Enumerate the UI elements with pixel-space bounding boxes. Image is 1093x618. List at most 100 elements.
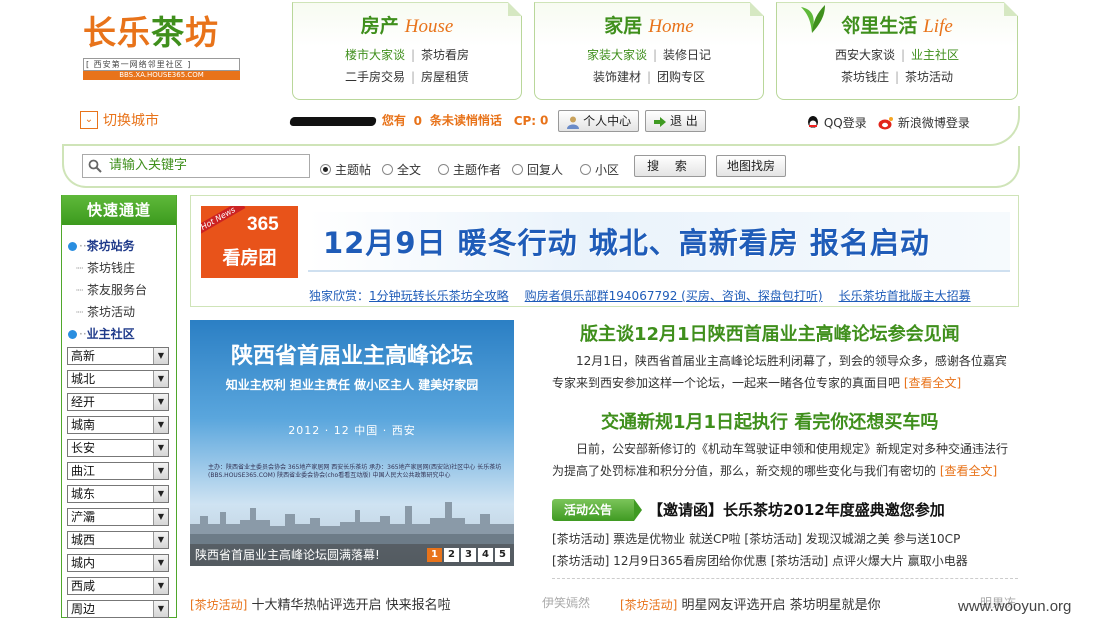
slide-dot-2[interactable]: 2	[444, 548, 459, 562]
link-owner-community[interactable]: 业主社区	[911, 48, 959, 62]
dropdown-arrow-icon: ▼	[153, 601, 168, 617]
redacted-username	[289, 116, 377, 126]
qq-login-link[interactable]: QQ登录	[806, 114, 867, 131]
radio-fulltext[interactable]: 全文	[382, 161, 421, 178]
district-select[interactable]: 城西 ▼	[67, 531, 169, 549]
slide-dot-1[interactable]: 1	[427, 548, 442, 562]
dropdown-arrow-icon: ▼	[153, 394, 168, 410]
slide-dot-4[interactable]: 4	[478, 548, 493, 562]
panel-home-title: 家居 Home	[604, 15, 694, 37]
radio-author[interactable]: 主题作者	[438, 161, 501, 178]
news-summary-2: 日前，公安部新修订的《机动车驾驶证申领和使用规定》新规定对多种交通违法行为提高了…	[552, 442, 1009, 478]
user-center-button[interactable]: 个人中心	[558, 110, 640, 132]
link-market-talk[interactable]: 楼市大家谈	[345, 48, 405, 62]
bullet-icon	[68, 330, 77, 339]
chevron-down-icon: ⌄	[80, 111, 98, 129]
dropdown-arrow-icon: ▼	[153, 578, 168, 594]
district-select[interactable]: 长安 ▼	[67, 439, 169, 457]
dropdown-arrow-icon: ▼	[153, 417, 168, 433]
logout-button[interactable]: 退 出	[644, 110, 706, 132]
link-moderator-recruit[interactable]: 长乐茶坊首批版主大招募	[839, 289, 971, 303]
link-reno-diary[interactable]: 装修日记	[663, 48, 711, 62]
banner-links: 独家欣赏：1分钟玩转长乐茶坊全攻略 购房者俱乐部群194067792 (买房、咨询…	[309, 289, 971, 303]
panel-house: 房产 House 楼市大家谈 | 茶坊看房 二手房交易 | 房屋租赁	[292, 2, 522, 100]
link-group-buy[interactable]: 团购专区	[657, 70, 705, 84]
district-select[interactable]: 浐灞 ▼	[67, 508, 169, 526]
news-summary-1: 12月1日，陕西省首届业主高峰论坛胜利闭幕了，到会的领导众多，感谢各位嘉宾专家来…	[552, 354, 1007, 390]
news-headline-2[interactable]: 交通新规1月1日起执行 看完你还想买车吗	[601, 408, 938, 434]
bottom-author-mid[interactable]: 伊笑嫣然	[542, 594, 590, 611]
dropdown-arrow-icon: ▼	[153, 463, 168, 479]
district-select[interactable]: 周边 ▼	[67, 600, 169, 618]
sidebar-link-service[interactable]: ┈ 茶友服务台	[76, 281, 147, 298]
radio-community[interactable]: 小区	[580, 161, 619, 178]
map-search-button[interactable]: 地图找房	[716, 155, 786, 177]
feature-slogan: 知业主权利 担业主责任 做小区主人 建美好家园	[225, 378, 479, 392]
link-second-hand[interactable]: 二手房交易	[345, 70, 405, 84]
dropdown-arrow-icon: ▼	[153, 440, 168, 456]
district-select[interactable]: 曲江 ▼	[67, 462, 169, 480]
sidebar-link-activity[interactable]: ┈ 茶坊活动	[76, 303, 135, 320]
district-select[interactable]: 西咸 ▼	[67, 577, 169, 595]
dropdown-arrow-icon: ▼	[153, 509, 168, 525]
link-bank[interactable]: 茶坊钱庄	[841, 70, 889, 84]
district-select[interactable]: 城南 ▼	[67, 416, 169, 434]
radio-replier[interactable]: 回复人	[512, 161, 563, 178]
link-guide[interactable]: 1分钟玩转长乐茶坊全攻略	[369, 289, 509, 303]
district-select[interactable]: 高新 ▼	[67, 347, 169, 365]
bullet-icon	[68, 242, 77, 251]
feature-slideshow[interactable]: 陕西省首届业主高峰论坛 知业主权利 担业主责任 做小区主人 建美好家园 2012…	[190, 320, 514, 566]
link-materials[interactable]: 装饰建材	[593, 70, 641, 84]
city-switch[interactable]: ⌄ 切换城市	[80, 110, 159, 132]
search-input[interactable]: 请输入关键字	[82, 154, 310, 178]
logo-domain: BBS.XA.HOUSE365.COM	[83, 71, 240, 80]
radio-topic[interactable]: 主题帖	[320, 161, 371, 178]
link-decor-talk[interactable]: 家装大家谈	[587, 48, 647, 62]
link-activities[interactable]: 茶坊活动	[905, 70, 953, 84]
sidebar-group-owners[interactable]: ··业主社区	[68, 325, 135, 342]
read-more-link-2[interactable]: [查看全文]	[940, 464, 997, 478]
panel-life: 邻里生活 Life 西安大家谈 | 业主社区 茶坊钱庄 | 茶坊活动	[776, 2, 1018, 100]
activity-row-1[interactable]: [茶坊活动] 票选是优物业 就送CP啦 [茶坊活动] 发现汉城湖之美 参与送10…	[552, 530, 960, 547]
news-headline-1[interactable]: 版主谈12月1日陕西首届业主高峰论坛参会见闻	[580, 320, 960, 346]
invitation-link[interactable]: 【邀请函】长乐茶坊2012年度盛典邀您参加	[648, 499, 945, 520]
divider	[552, 578, 1018, 579]
unread-count[interactable]: 0	[414, 114, 422, 128]
dropdown-arrow-icon: ▼	[153, 486, 168, 502]
link-xian-talk[interactable]: 西安大家谈	[835, 48, 895, 62]
quick-nav-sidebar: 快速通道 ··茶坊站务 ┈ 茶坊钱庄 ┈ 茶友服务台 ┈ 茶坊活动 ··业主社区…	[61, 195, 177, 618]
sidebar-link-bank[interactable]: ┈ 茶坊钱庄	[76, 259, 135, 276]
slide-dot-3[interactable]: 3	[461, 548, 476, 562]
link-house-tour[interactable]: 茶坊看房	[421, 48, 469, 62]
district-select[interactable]: 经开 ▼	[67, 393, 169, 411]
site-logo[interactable]: 长乐茶坊 [ 西安第一网络邻里社区 ] BBS.XA.HOUSE365.COM	[83, 14, 248, 84]
bottom-post-right[interactable]: [茶坊活动] 明星网友评选开启 茶坊明星就是你	[620, 594, 881, 613]
link-buyers-club[interactable]: 购房者俱乐部群194067792 (买房、咨询、探盘包打听)	[525, 289, 823, 303]
promo-banner[interactable]: Hot News 365 看房团 12月9日 暖冬行动 城北、高新看房 报名启动…	[190, 195, 1019, 307]
slide-pager: 12345	[425, 546, 510, 562]
search-button[interactable]: 搜 索	[634, 155, 706, 177]
qq-icon	[808, 115, 818, 128]
banner-headline[interactable]: 12月9日 暖冬行动 城北、高新看房 报名启动	[323, 220, 930, 262]
search-bar: 请输入关键字 主题帖 全文 主题作者 回复人 小区 搜 索 地图找房	[62, 146, 1020, 188]
unread-messages-link[interactable]: 条未读悄悄话	[430, 114, 502, 128]
dropdown-arrow-icon: ▼	[153, 371, 168, 387]
sidebar-group-station[interactable]: ··茶坊站务	[68, 237, 135, 254]
bottom-post-left[interactable]: [茶坊活动] 十大精华热帖评选开启 快来报名啦	[190, 594, 451, 613]
dropdown-arrow-icon: ▼	[153, 348, 168, 364]
district-select[interactable]: 城北 ▼	[67, 370, 169, 388]
feature-title: 陕西省首届业主高峰论坛	[230, 344, 473, 369]
read-more-link-1[interactable]: [查看全文]	[904, 376, 961, 390]
user-icon	[567, 116, 580, 129]
district-select[interactable]: 城内 ▼	[67, 554, 169, 572]
dropdown-arrow-icon: ▼	[153, 532, 168, 548]
link-rental[interactable]: 房屋租赁	[421, 70, 469, 84]
activity-row-2[interactable]: [茶坊活动] 12月9日365看房团给你优惠 [茶坊活动] 点评火爆大片 赢取小…	[552, 552, 968, 569]
panel-house-title: 房产 House	[360, 15, 454, 37]
feature-date: 2012 · 12 中国 · 西安	[288, 424, 416, 437]
district-select[interactable]: 城东 ▼	[67, 485, 169, 503]
weibo-login-link[interactable]: 新浪微博登录	[878, 114, 970, 131]
slide-dot-5[interactable]: 5	[495, 548, 510, 562]
cp-value: 0	[539, 113, 549, 128]
user-status: 您有 0 条未读悄悄话 CP: 0 个人中心 退 出	[289, 110, 706, 132]
